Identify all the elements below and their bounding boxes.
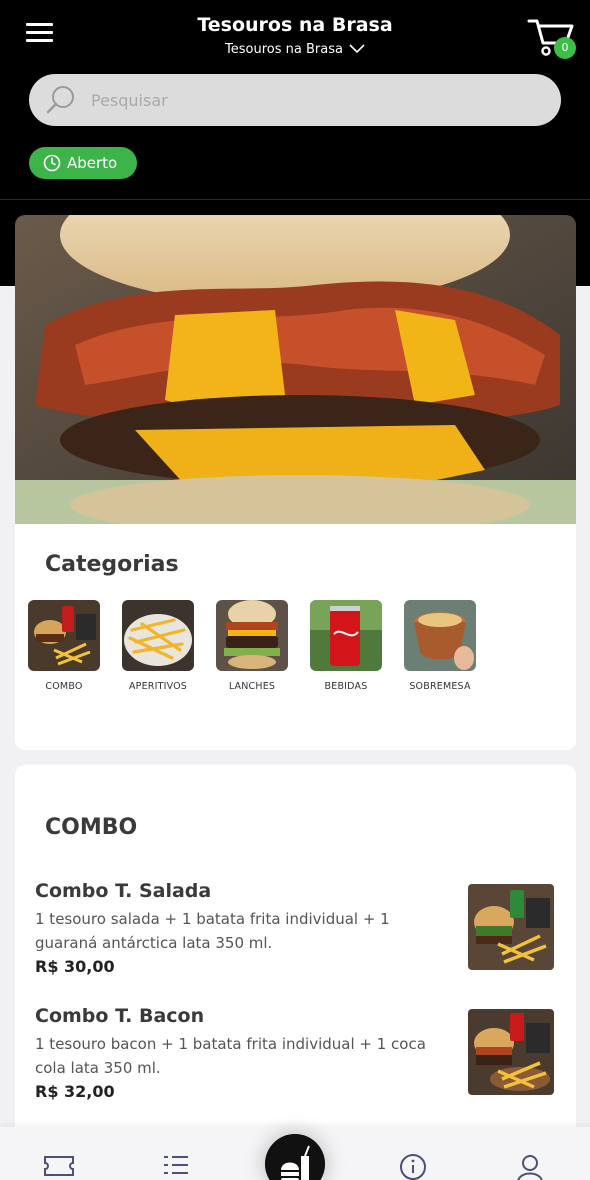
hamburger-menu-icon[interactable] — [22, 18, 58, 50]
category-aperitivos[interactable]: APERITIVOS — [122, 600, 194, 692]
products-card: COMBO Combo T. Salada 1 tesouro salada +… — [15, 765, 576, 1180]
category-lanches-image — [216, 600, 288, 671]
product-image — [468, 1009, 554, 1095]
search-bar[interactable] — [29, 74, 561, 126]
product-item[interactable]: Combo T. Bacon 1 tesouro bacon + 1 batat… — [35, 1005, 557, 1101]
chevron-down-icon — [349, 44, 365, 54]
status-label: Aberto — [67, 154, 118, 172]
status-badge: Aberto — [29, 147, 137, 179]
categories-title: Categorias — [45, 552, 179, 577]
app-title: Tesouros na Brasa — [197, 14, 393, 36]
category-combo-image — [28, 600, 100, 671]
search-input[interactable] — [91, 90, 491, 110]
store-selector[interactable]: Tesouros na Brasa — [190, 39, 400, 59]
ticket-icon[interactable] — [41, 1151, 77, 1180]
category-label: APERITIVOS — [128, 681, 188, 692]
category-aperitivos-image — [122, 600, 194, 671]
info-icon[interactable] — [395, 1151, 431, 1180]
category-label: COMBO — [45, 681, 83, 692]
list-icon[interactable] — [158, 1151, 194, 1180]
category-sobremesa[interactable]: SOBREMESA — [404, 600, 476, 692]
category-label: LANCHES — [228, 681, 276, 692]
section-title: COMBO — [45, 815, 138, 840]
hero-burger-image — [15, 215, 576, 524]
product-item[interactable]: Combo T. Salada 1 tesouro salada + 1 bat… — [35, 880, 557, 976]
categories-list: COMBO APERITIVOS LANCHES BEBIDAS SOBREME… — [28, 600, 476, 692]
search-icon — [46, 86, 74, 114]
category-lanches[interactable]: LANCHES — [216, 600, 288, 692]
category-label: BEBIDAS — [324, 681, 368, 692]
clock-icon — [43, 154, 61, 172]
product-image — [468, 884, 554, 970]
cart-count-badge: 0 — [554, 37, 576, 59]
product-description: 1 tesouro bacon + 1 batata frita individ… — [35, 1035, 426, 1077]
category-bebidas-image — [310, 600, 382, 671]
category-bebidas[interactable]: BEBIDAS — [310, 600, 382, 692]
category-label: SOBREMESA — [409, 681, 471, 692]
category-combo[interactable]: COMBO — [28, 600, 100, 692]
product-description: 1 tesouro salada + 1 batata frita indivi… — [35, 910, 390, 952]
user-icon[interactable] — [512, 1151, 548, 1180]
store-selector-label: Tesouros na Brasa — [225, 41, 343, 57]
categories-card: Categorias COMBO APERITIVOS LANCHES BEBI… — [15, 524, 576, 750]
header-divider — [0, 199, 590, 200]
category-sobremesa-image — [404, 600, 476, 671]
